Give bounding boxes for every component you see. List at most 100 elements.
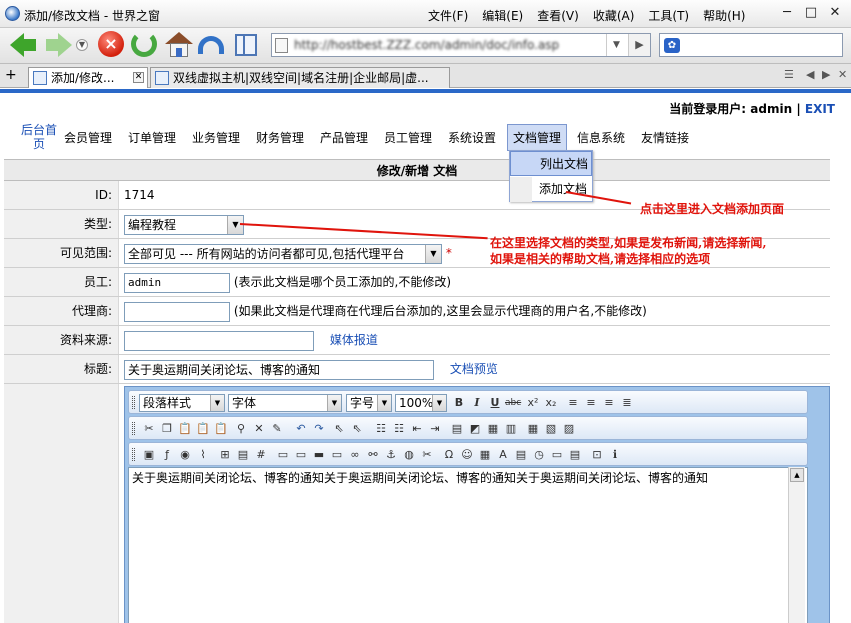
nav-products[interactable]: 产品管理 [320,129,368,146]
italic-icon[interactable]: I [469,395,485,411]
address-bar[interactable]: http://hostbest.ZZZ.com/admin/doc/info.a… [271,33,651,57]
minimize-button[interactable]: ─ [779,5,795,21]
bold-icon[interactable]: B [451,395,467,411]
table-icon[interactable]: ▦ [525,421,541,437]
size-select[interactable]: 字号 ▼ [346,394,392,412]
paste-text-icon[interactable]: 📋 [195,421,211,437]
menu-edit[interactable]: 编辑(E) [482,7,523,24]
align-center-icon[interactable]: ≡ [583,395,599,411]
strikethrough-icon[interactable]: abc [505,395,521,411]
excel-icon[interactable]: ▦ [477,447,493,463]
home-button[interactable] [165,31,193,59]
time-icon[interactable]: ◷ [531,447,547,463]
nav-business[interactable]: 业务管理 [192,129,240,146]
stop-button[interactable]: × [98,31,126,59]
delete-icon[interactable]: ✕ [251,421,267,437]
zoom-select[interactable]: 100% ▼ [395,394,447,412]
search-engine-icon[interactable]: ✿ [664,38,680,53]
forward-button[interactable] [44,31,72,59]
address-dropdown-icon[interactable]: ▼ [606,34,626,56]
exit-link[interactable]: EXIT [805,102,835,116]
fullscreen-icon[interactable]: ⊡ [589,447,605,463]
find-icon[interactable]: ⚲ [233,421,249,437]
menu-help[interactable]: 帮助(H) [703,7,745,24]
date-icon[interactable]: ▤ [513,447,529,463]
unordered-list-icon[interactable]: ☷ [391,421,407,437]
table-props-icon[interactable]: ▤ [235,447,251,463]
bg-color-icon[interactable]: ◩ [467,421,483,437]
copy-icon[interactable]: ❐ [159,421,175,437]
align-justify-icon[interactable]: ≣ [619,395,635,411]
hr-icon[interactable]: ▬ [311,447,327,463]
special-char-icon[interactable]: Ω [441,447,457,463]
clear-format-icon[interactable]: ✎ [269,421,285,437]
format-painter-icon[interactable]: ▥ [503,421,519,437]
tab-list-icon[interactable]: ☰ [784,68,794,81]
tab-hosting-site[interactable]: 双线虚拟主机|双线空间|域名注册|企业邮局|虚... [150,67,450,88]
nav-documents[interactable]: 文档管理 [507,124,568,151]
search-input[interactable]: ✿ [659,33,843,57]
undo-edit-icon[interactable]: ↶ [293,421,309,437]
textbox-icon[interactable]: ▭ [293,447,309,463]
redo-edit-icon[interactable]: ↷ [311,421,327,437]
cut-icon[interactable]: ✂ [141,421,157,437]
back-button[interactable] [10,31,38,59]
anchor-icon[interactable]: ⚓ [383,447,399,463]
style-icon[interactable]: ▦ [485,421,501,437]
favorites-button[interactable] [232,31,260,59]
absolute-select-icon[interactable]: ⇖ [349,421,365,437]
grid-icon[interactable]: # [253,447,269,463]
tab-add-edit-doc[interactable]: 添加/修改... ✕ [28,67,148,88]
art-text-icon[interactable]: A [495,447,511,463]
preview-icon[interactable]: ▭ [549,447,565,463]
visibility-select[interactable]: 全部可见 --- 所有网站的访问者都可见,包括代理平台 ▼ [124,243,442,264]
nav-home-link[interactable]: 后台首页 [19,123,59,151]
nav-members[interactable]: 会员管理 [64,129,112,146]
source-field[interactable] [124,330,314,351]
subscript-icon[interactable]: x₂ [543,395,559,411]
new-tab-button[interactable]: + [5,68,17,82]
unmap-icon[interactable]: ✂ [419,447,435,463]
box-icon[interactable]: ▭ [275,447,291,463]
agent-field[interactable] [124,301,230,322]
image-icon[interactable]: ▣ [141,447,157,463]
paste-word-icon[interactable]: 📋 [213,421,229,437]
maximize-button[interactable]: □ [803,5,819,21]
go-icon[interactable]: ▶ [628,34,650,56]
flash-icon[interactable]: ƒ [159,447,175,463]
type-select[interactable]: 编程教程 ▼ [124,214,244,235]
align-right-icon[interactable]: ≡ [601,395,617,411]
attach-icon[interactable]: ⌇ [195,447,211,463]
nav-friend-links[interactable]: 友情链接 [641,129,689,146]
layer-icon[interactable]: ▨ [561,421,577,437]
paste-icon[interactable]: 📋 [177,421,193,437]
marquee-icon[interactable]: ▭ [329,447,345,463]
outdent-icon[interactable]: ⇤ [409,421,425,437]
text-color-icon[interactable]: ▤ [449,421,465,437]
media-icon[interactable]: ◉ [177,447,193,463]
nav-info-system[interactable]: 信息系统 [577,129,625,146]
history-dropdown-icon[interactable]: ▼ [76,39,88,51]
menu-tools[interactable]: 工具(T) [648,7,689,24]
indent-icon[interactable]: ⇥ [427,421,443,437]
editor-scrollbar[interactable]: ▲ [788,467,805,623]
align-left-icon[interactable]: ≡ [565,395,581,411]
scroll-up-icon[interactable]: ▲ [790,468,804,482]
nav-settings[interactable]: 系统设置 [448,129,496,146]
preview-link[interactable]: 文档预览 [450,362,498,376]
map-icon[interactable]: ◍ [401,447,417,463]
submenu-add-doc[interactable]: 添加文档 [510,177,592,202]
media-report-link[interactable]: 媒体报道 [330,333,378,347]
editor-content[interactable]: 关于奥运期间关闭论坛、博客的通知关于奥运期间关闭论坛、博客的通知关于奥运期间关闭… [128,467,808,623]
print-icon[interactable]: ▤ [567,447,583,463]
superscript-icon[interactable]: x² [525,395,541,411]
nav-staff[interactable]: 员工管理 [384,129,432,146]
nav-finance[interactable]: 财务管理 [256,129,304,146]
ordered-list-icon[interactable]: ☷ [373,421,389,437]
close-window-button[interactable]: ✕ [827,5,843,21]
subject-field[interactable]: 关于奥运期间关闭论坛、博客的通知 [124,359,434,380]
link-icon[interactable]: ∞ [347,447,363,463]
tab-scroll-left-icon[interactable]: ◀ [806,68,814,81]
undo-close-button[interactable] [198,31,226,59]
help-icon[interactable]: ℹ [607,447,623,463]
